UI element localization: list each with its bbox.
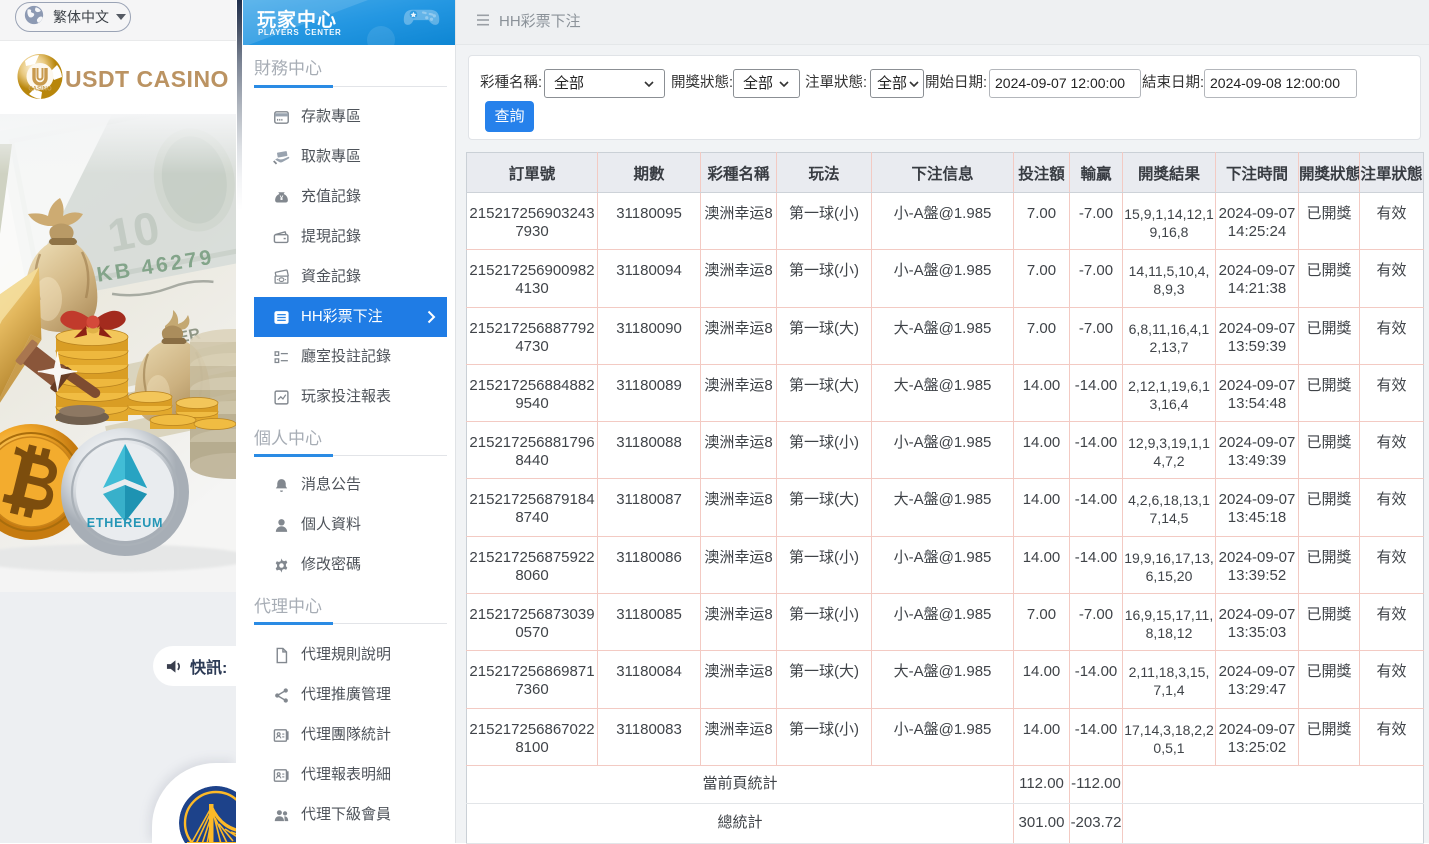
svg-text:¥: ¥: [280, 195, 284, 202]
svg-text:ETHEREUM: ETHEREUM: [87, 516, 164, 530]
svg-text:10: 10: [104, 201, 164, 262]
svg-text:CASINO: CASINO: [28, 87, 52, 93]
